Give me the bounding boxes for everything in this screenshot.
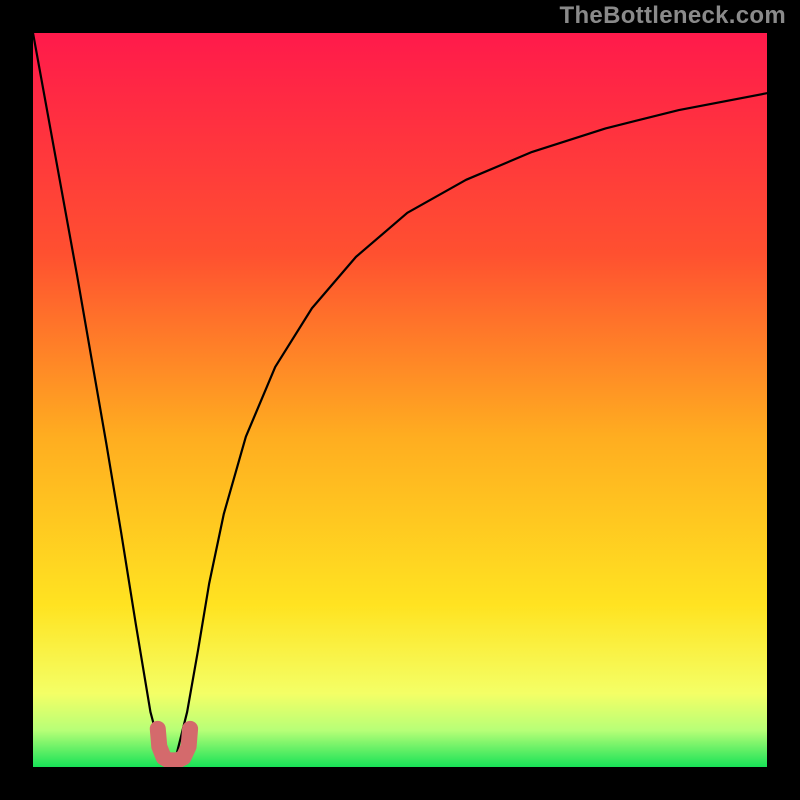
sweet-spot-notch (158, 729, 190, 761)
chart-frame: TheBottleneck.com (0, 0, 800, 800)
bottleneck-curve (33, 33, 767, 760)
curve-layer (33, 33, 767, 767)
watermark-text: TheBottleneck.com (560, 2, 786, 30)
plot-area (33, 33, 767, 767)
